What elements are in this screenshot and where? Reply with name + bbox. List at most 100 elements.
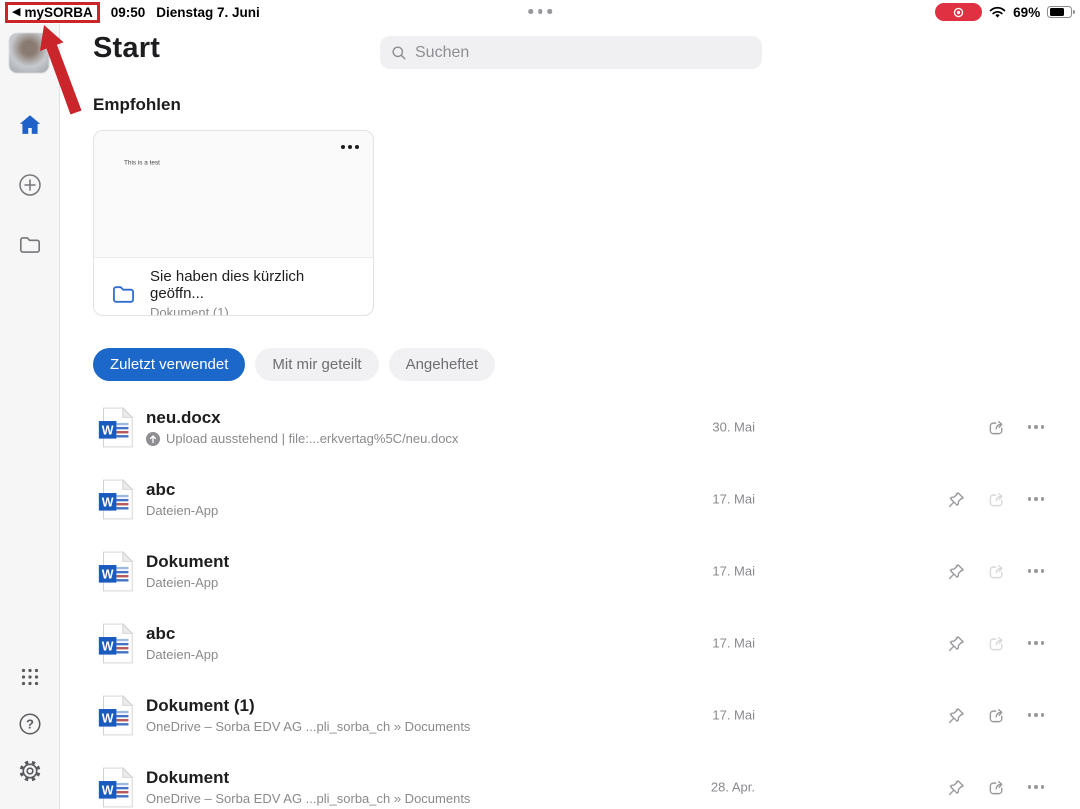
file-row[interactable]: W neu.docx Upload ausstehend | file:...e… (60, 391, 1080, 463)
recommended-card[interactable]: This is a test Sie haben dies kürzlich g… (93, 130, 374, 316)
pin-button[interactable] (943, 774, 969, 800)
pin-button[interactable] (943, 702, 969, 728)
wifi-icon (989, 6, 1006, 19)
screen-recording-indicator[interactable] (935, 3, 982, 21)
word-file-icon: W (97, 478, 134, 521)
more-button[interactable] (1023, 486, 1049, 512)
more-button[interactable] (1023, 558, 1049, 584)
search-bar[interactable] (380, 36, 762, 69)
file-row[interactable]: W Dokument (1) OneDrive – Sorba EDV AG .… (60, 679, 1080, 751)
svg-text:W: W (102, 567, 114, 581)
sidebar: ? (0, 24, 60, 809)
share-button[interactable] (983, 702, 1009, 728)
share-icon (986, 417, 1007, 438)
card-subtitle: Dokument (1) (150, 305, 357, 316)
svg-text:?: ? (26, 717, 34, 732)
file-subtitle: Dateien-App (146, 503, 218, 518)
card-title: Sie haben dies kürzlich geöffn... (150, 268, 357, 302)
search-input[interactable] (415, 44, 751, 62)
share-icon (986, 777, 1007, 798)
ellipsis-icon (1028, 425, 1045, 429)
back-to-app-button[interactable]: ◀ mySORBA (5, 2, 100, 23)
preview-text: This is a test (124, 159, 160, 166)
page-title: Start (93, 32, 160, 65)
apps-grid-icon (17, 664, 43, 690)
help-icon: ? (17, 711, 43, 737)
pin-button[interactable] (943, 486, 969, 512)
share-button[interactable] (983, 414, 1009, 440)
filter-pill[interactable]: Zuletzt verwendet (93, 348, 245, 381)
file-row[interactable]: W abc Dateien-App 17. Mai (60, 463, 1080, 535)
filter-pill[interactable]: Angeheftet (389, 348, 496, 381)
more-button[interactable] (1023, 414, 1049, 440)
sidebar-help-button[interactable]: ? (17, 711, 43, 737)
file-name: neu.docx (146, 408, 458, 428)
file-date: 17. Mai (600, 492, 755, 507)
file-date: 17. Mai (600, 636, 755, 651)
svg-text:W: W (102, 639, 114, 653)
svg-text:W: W (102, 783, 114, 797)
file-name: abc (146, 480, 218, 500)
recommended-heading: Empfohlen (93, 95, 181, 115)
share-button[interactable] (983, 558, 1009, 584)
ellipsis-icon (1028, 497, 1045, 501)
folder-icon (110, 281, 137, 308)
file-row[interactable]: W abc Dateien-App 17. Mai (60, 607, 1080, 679)
ellipsis-icon (1028, 569, 1045, 573)
word-file-icon: W (97, 622, 134, 665)
record-icon (952, 6, 965, 19)
file-subtitle: Dateien-App (146, 647, 218, 662)
pin-button[interactable] (943, 558, 969, 584)
filter-pills: Zuletzt verwendet Mit mir geteilt Angehe… (93, 348, 495, 381)
more-button[interactable] (1023, 774, 1049, 800)
document-preview: This is a test (94, 131, 373, 258)
file-row[interactable]: W Dokument OneDrive – Sorba EDV AG ...pl… (60, 751, 1080, 809)
ellipsis-icon (1028, 713, 1045, 717)
word-file-icon: W (97, 766, 134, 809)
user-avatar[interactable] (9, 33, 49, 73)
file-list: W neu.docx Upload ausstehend | file:...e… (60, 391, 1080, 809)
search-icon (391, 45, 407, 61)
clock-time: 09:50 (111, 5, 146, 20)
sidebar-home-button[interactable] (17, 112, 43, 138)
svg-text:W: W (102, 711, 114, 725)
share-button[interactable] (983, 630, 1009, 656)
file-row[interactable]: W Dokument Dateien-App 17. Mai (60, 535, 1080, 607)
ellipsis-icon (1028, 641, 1045, 645)
filter-pill[interactable]: Mit mir geteilt (255, 348, 378, 381)
sidebar-files-button[interactable] (17, 232, 43, 258)
file-subtitle: OneDrive – Sorba EDV AG ...pli_sorba_ch … (146, 719, 470, 734)
sidebar-apps-button[interactable] (17, 664, 43, 690)
pin-icon (946, 633, 967, 654)
pin-icon (946, 705, 967, 726)
more-button[interactable] (1023, 630, 1049, 656)
plus-circle-icon (17, 172, 43, 198)
more-button[interactable] (1023, 702, 1049, 728)
pin-icon (946, 777, 967, 798)
share-button[interactable] (983, 774, 1009, 800)
back-app-label: mySORBA (24, 5, 92, 20)
file-name: Dokument (146, 552, 229, 572)
card-more-button[interactable] (341, 145, 359, 149)
upload-pending-icon (146, 432, 160, 446)
word-file-icon: W (97, 550, 134, 593)
file-subtitle: OneDrive – Sorba EDV AG ...pli_sorba_ch … (146, 791, 470, 806)
sidebar-create-button[interactable] (17, 172, 43, 198)
battery-icon (1047, 6, 1072, 19)
file-date: 17. Mai (600, 708, 755, 723)
status-date: Dienstag 7. Juni (156, 5, 260, 20)
pin-icon (946, 561, 967, 582)
file-date: 28. Apr. (600, 780, 755, 795)
sidebar-settings-button[interactable] (17, 758, 43, 784)
file-name: abc (146, 624, 218, 644)
share-button[interactable] (983, 486, 1009, 512)
pin-button[interactable] (943, 630, 969, 656)
main-content: Start Empfohlen This is a test Sie haben… (60, 24, 1080, 809)
word-file-icon: W (97, 406, 134, 449)
svg-text:W: W (102, 495, 114, 509)
share-icon (986, 561, 1007, 582)
ellipsis-icon (1028, 785, 1045, 789)
share-icon (986, 489, 1007, 510)
multitask-handle-icon[interactable] (528, 9, 552, 14)
pin-icon (946, 489, 967, 510)
